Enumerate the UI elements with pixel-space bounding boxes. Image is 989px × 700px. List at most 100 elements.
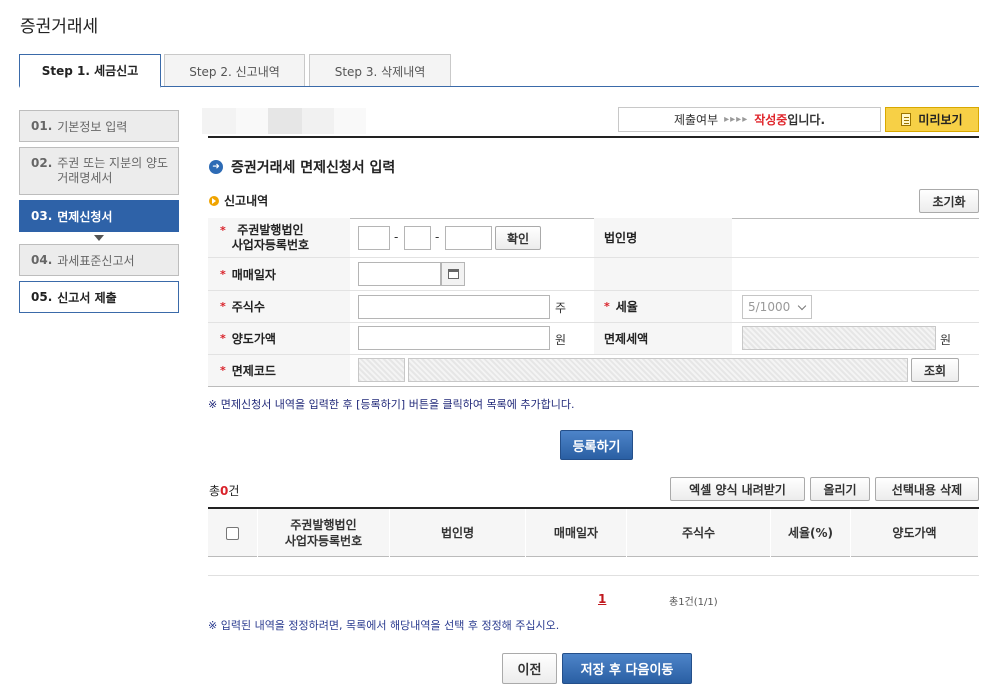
bizno-input-1[interactable] bbox=[358, 226, 390, 250]
section-title: ➜ 증권거래세 면제신청서 입력 bbox=[209, 157, 395, 177]
exempt-code-name-input bbox=[408, 358, 908, 382]
header-transfer-amount: 양도가액 bbox=[851, 509, 979, 557]
chevron-arrows-icon: ▸▸▸▸ bbox=[724, 114, 749, 125]
step-number: 01. bbox=[31, 119, 53, 133]
header-bizno-line2: 사업자등록번호 bbox=[284, 534, 363, 548]
sidebar-step-03[interactable]: 03. 면제신청서 bbox=[19, 200, 179, 232]
tab-step1[interactable]: Step 1. 세금신고 bbox=[19, 54, 161, 88]
exempt-code-label: * 면제코드 bbox=[208, 355, 350, 386]
bizno-dash: - bbox=[394, 230, 399, 244]
step-label: 주권 또는 지분의 양도거래명세서 bbox=[57, 156, 169, 185]
total-count: 총0건 bbox=[209, 482, 239, 499]
subsection-title: 신고내역 bbox=[209, 192, 268, 209]
step-down-arrow-icon bbox=[94, 235, 104, 241]
tax-rate-select[interactable]: 5/1000 bbox=[742, 295, 812, 319]
sidebar-step-01[interactable]: 01. 기본정보 입력 bbox=[19, 110, 179, 142]
register-hint: ※ 면제신청서 내역을 입력한 후 [등록하기] 버튼을 클릭하여 목록에 추가… bbox=[208, 398, 575, 411]
save-next-button[interactable]: 저장 후 다음이동 bbox=[562, 653, 692, 684]
required-mark: * bbox=[604, 300, 610, 313]
delete-selected-button[interactable]: 선택내용 삭제 bbox=[875, 477, 979, 501]
list-empty-row bbox=[208, 575, 979, 576]
form-row-transfer-amount: * 양도가액 원 면제세액 원 bbox=[208, 323, 979, 355]
bizno-input-3[interactable] bbox=[445, 226, 492, 250]
shares-label: * 주식수 bbox=[208, 291, 350, 322]
status-label: 제출여부 bbox=[673, 113, 719, 127]
total-prefix: 총 bbox=[209, 484, 221, 498]
bizno-label-line2: 사업자등록번호 bbox=[231, 238, 310, 252]
register-button[interactable]: 등록하기 bbox=[560, 430, 633, 460]
redacted-block bbox=[202, 108, 236, 134]
redacted-block bbox=[334, 108, 366, 134]
lookup-button[interactable]: 조회 bbox=[911, 358, 959, 382]
section-title-text: 증권거래세 면제신청서 입력 bbox=[231, 160, 396, 176]
tab-step2[interactable]: Step 2. 신고내역 bbox=[164, 54, 305, 87]
form-row-bizno: * 주권발행법인 사업자등록번호 - - 확인 법인명 bbox=[208, 218, 979, 258]
header-bizno-line1: 주권발행법인 bbox=[290, 518, 357, 532]
form-row-shares: * 주식수 주 * 세율 5/1000 bbox=[208, 291, 979, 323]
redacted-block bbox=[302, 108, 334, 134]
upload-button[interactable]: 올리기 bbox=[810, 477, 870, 501]
status-state: 작성중 bbox=[754, 113, 788, 127]
transfer-amount-input[interactable] bbox=[358, 326, 550, 350]
step-label: 신고서 제출 bbox=[57, 290, 117, 305]
required-mark: * bbox=[220, 300, 226, 313]
excel-download-button[interactable]: 엑셀 양식 내려받기 bbox=[670, 477, 805, 501]
divider bbox=[208, 136, 979, 138]
shares-label-text: 주식수 bbox=[231, 300, 265, 314]
tab-step3[interactable]: Step 3. 삭제내역 bbox=[309, 54, 451, 87]
sidebar-step-02[interactable]: 02. 주권 또는 지분의 양도거래명세서 bbox=[19, 147, 179, 195]
list-table-header: 주권발행법인 사업자등록번호 법인명 매매일자 주식수 세율(%) 양도가액 bbox=[208, 507, 979, 557]
page-number-current[interactable]: 1 bbox=[598, 592, 606, 606]
bizno-input-2[interactable] bbox=[404, 226, 431, 250]
tax-rate-label-text: 세율 bbox=[615, 300, 638, 314]
step-number: 02. bbox=[31, 156, 53, 170]
redacted-block bbox=[236, 108, 268, 134]
header-corp-name: 법인명 bbox=[390, 509, 526, 557]
empty-label-cell bbox=[594, 258, 732, 290]
page-title: 증권거래세 bbox=[20, 17, 99, 37]
step-number: 04. bbox=[31, 253, 53, 267]
bullet-icon bbox=[209, 195, 219, 206]
form-row-trade-date: * 매매일자 bbox=[208, 258, 979, 291]
confirm-button[interactable]: 확인 bbox=[495, 226, 541, 250]
step-number: 03. bbox=[31, 209, 53, 223]
required-mark: * bbox=[220, 267, 226, 281]
header-tax-rate: 세율(%) bbox=[771, 509, 851, 557]
header-checkbox-cell bbox=[208, 509, 258, 557]
tax-rate-value: 5/1000 bbox=[748, 300, 791, 314]
trade-date-label-text: 매매일자 bbox=[231, 267, 276, 282]
preview-button-label: 미리보기 bbox=[918, 113, 963, 127]
won-unit: 원 bbox=[555, 333, 567, 347]
step-label: 면제신청서 bbox=[57, 209, 113, 224]
header-bizno: 주권발행법인 사업자등록번호 bbox=[258, 509, 390, 557]
tab-underline bbox=[19, 86, 979, 87]
sidebar-step-04[interactable]: 04. 과세표준신고서 bbox=[19, 244, 179, 276]
preview-button[interactable]: 미리보기 bbox=[885, 107, 979, 132]
transfer-amount-label-text: 양도가액 bbox=[231, 332, 276, 346]
tax-rate-label: * 세율 bbox=[594, 291, 732, 322]
exempt-code-label-text: 면제코드 bbox=[231, 364, 276, 378]
trade-date-input[interactable] bbox=[358, 262, 441, 286]
exempt-tax-label: 면제세액 bbox=[594, 323, 732, 354]
step-number: 05. bbox=[31, 290, 53, 304]
bizno-label-line1: 주권발행법인 bbox=[237, 223, 304, 237]
chevron-down-icon bbox=[797, 301, 807, 311]
total-suffix: 건 bbox=[228, 484, 240, 498]
reset-button[interactable]: 초기화 bbox=[919, 189, 979, 213]
subsection-title-text: 신고내역 bbox=[224, 194, 269, 208]
redacted-block bbox=[268, 108, 302, 134]
sidebar-step-05[interactable]: 05. 신고서 제출 bbox=[19, 281, 179, 313]
select-all-checkbox[interactable] bbox=[226, 526, 239, 540]
won-unit: 원 bbox=[940, 333, 952, 347]
shares-input[interactable] bbox=[358, 295, 550, 319]
calendar-icon[interactable] bbox=[441, 262, 465, 286]
bizno-dash: - bbox=[435, 230, 440, 244]
shares-unit: 주 bbox=[555, 301, 567, 315]
status-suffix: 입니다. bbox=[787, 113, 826, 127]
corp-name-label: 법인명 bbox=[594, 218, 732, 257]
prev-button[interactable]: 이전 bbox=[502, 653, 557, 684]
required-mark: * bbox=[220, 332, 226, 345]
exempt-code-input bbox=[358, 358, 405, 382]
document-icon bbox=[901, 113, 912, 126]
required-mark: * bbox=[220, 364, 226, 377]
